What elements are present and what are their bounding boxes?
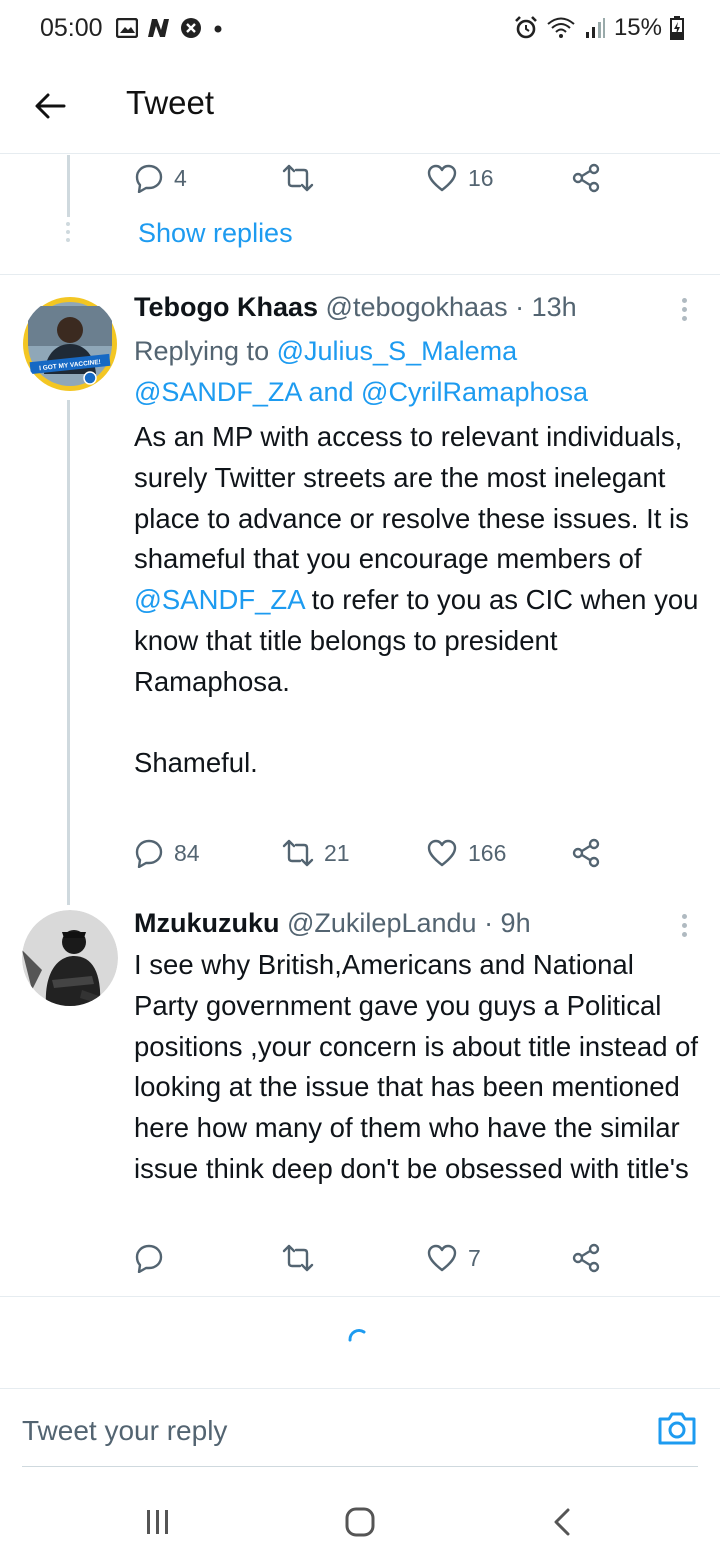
like-button[interactable]: 16 [426, 163, 494, 193]
battery-charging-icon [670, 16, 684, 40]
author-name[interactable]: Mzukuzuku [134, 908, 280, 938]
status-bar: 05:00 15% [0, 0, 720, 58]
signal-icon [585, 18, 605, 38]
tweet-text: I see why British,Americans and National… [134, 949, 699, 1184]
thread-line [67, 400, 70, 905]
share-button[interactable] [572, 163, 602, 193]
tweet-actions: 7 [134, 1243, 614, 1283]
battery-level: 15% [613, 14, 662, 41]
tweet-time: · 9h [484, 908, 531, 938]
image-icon [116, 18, 138, 38]
more-options-icon[interactable] [682, 914, 688, 940]
arrow-left-icon [35, 93, 66, 119]
avatar-image [22, 910, 118, 1006]
like-button[interactable]: 7 [426, 1243, 481, 1273]
avatar-image [23, 297, 117, 391]
reply-input[interactable] [22, 1415, 622, 1447]
loading-spinner-icon [348, 1328, 366, 1342]
author-handle[interactable]: @tebogokhaas [326, 292, 508, 322]
tweet-actions: 84 21 166 [134, 838, 614, 878]
reply-button[interactable]: 4 [134, 163, 187, 193]
avatar-tebogo[interactable] [22, 296, 118, 392]
back-nav-button[interactable] [542, 1502, 582, 1542]
system-nav-bar [0, 1480, 720, 1560]
more-options-icon[interactable] [682, 298, 688, 324]
like-count: 166 [468, 839, 507, 866]
app-header: Tweet [0, 58, 720, 154]
tweet-text-part: Shameful. [134, 747, 258, 779]
divider [0, 1296, 720, 1297]
camera-button[interactable] [656, 1407, 698, 1449]
retweet-button[interactable]: 21 [282, 838, 350, 868]
retweet-icon [282, 839, 314, 867]
share-icon [572, 838, 600, 868]
reply-button[interactable]: 84 [134, 838, 200, 868]
show-replies-link[interactable]: Show replies [138, 218, 293, 249]
mention-link[interactable]: @Julius_S_Malema [277, 336, 518, 366]
retweet-count: 21 [324, 839, 350, 866]
retweet-button[interactable] [282, 1243, 324, 1273]
status-icons-left [116, 17, 224, 39]
thread-line [67, 155, 70, 217]
author-handle[interactable]: @ZukilepLandu [287, 908, 477, 938]
author-name[interactable]: Tebogo Khaas [134, 292, 318, 322]
reply-underline [22, 1466, 698, 1467]
reply-count: 84 [174, 839, 200, 866]
tweet-text: As an MP with access to relevant individ… [134, 417, 704, 784]
retweet-icon [282, 1244, 314, 1272]
share-button[interactable] [572, 838, 602, 868]
replying-and: and [308, 377, 354, 407]
home-icon [345, 1507, 375, 1537]
tweet-time: · 13h [515, 292, 577, 322]
blocked-icon [181, 18, 201, 38]
mention-link[interactable]: @CyrilRamaphosa [361, 377, 588, 407]
reply-bar [0, 1388, 720, 1468]
recent-apps-icon [147, 1510, 168, 1534]
status-icons-right: 15% [514, 14, 684, 42]
replying-to: Replying to @Julius_S_Malema @SANDF_ZA a… [134, 331, 694, 413]
dot-icon [214, 25, 222, 33]
previous-tweet-actions: 4 16 [134, 163, 614, 203]
divider [0, 274, 720, 275]
alarm-icon [515, 16, 537, 39]
share-icon [572, 163, 600, 193]
share-button[interactable] [572, 1243, 602, 1273]
like-count: 16 [468, 164, 494, 191]
heart-icon [427, 839, 457, 867]
home-button[interactable] [340, 1502, 380, 1542]
reply-count: 4 [174, 164, 187, 191]
like-count: 7 [468, 1244, 481, 1271]
share-icon [572, 1243, 600, 1273]
thread-collapsed-dots[interactable] [66, 222, 71, 246]
back-button[interactable] [28, 84, 72, 128]
avatar-mzukuzuku[interactable] [22, 910, 118, 1006]
reply-icon [135, 1244, 163, 1273]
tweet-header: Tebogo Khaas @tebogokhaas · 13h [134, 292, 577, 323]
heart-icon [427, 1244, 457, 1272]
news-n-icon [148, 19, 169, 37]
page-title: Tweet [126, 84, 215, 121]
reply-icon [135, 164, 163, 193]
reply-button[interactable] [134, 1243, 174, 1273]
recent-apps-button[interactable] [138, 1502, 178, 1542]
retweet-button[interactable] [282, 163, 324, 193]
heart-icon [427, 164, 457, 192]
mention-link[interactable]: @SANDF_ZA [134, 584, 304, 615]
reply-icon [135, 839, 163, 868]
retweet-icon [282, 164, 314, 192]
status-time: 05:00 [40, 14, 103, 42]
wifi-icon [547, 17, 575, 38]
mention-link[interactable]: @SANDF_ZA [134, 377, 301, 407]
tweet-text-part: As an MP with access to relevant individ… [134, 421, 689, 575]
replying-prefix: Replying to [134, 336, 270, 366]
like-button[interactable]: 166 [426, 838, 506, 868]
camera-icon [658, 1412, 696, 1445]
tweet-header: Mzukuzuku @ZukilepLandu · 9h [134, 908, 531, 939]
back-icon [554, 1508, 570, 1536]
